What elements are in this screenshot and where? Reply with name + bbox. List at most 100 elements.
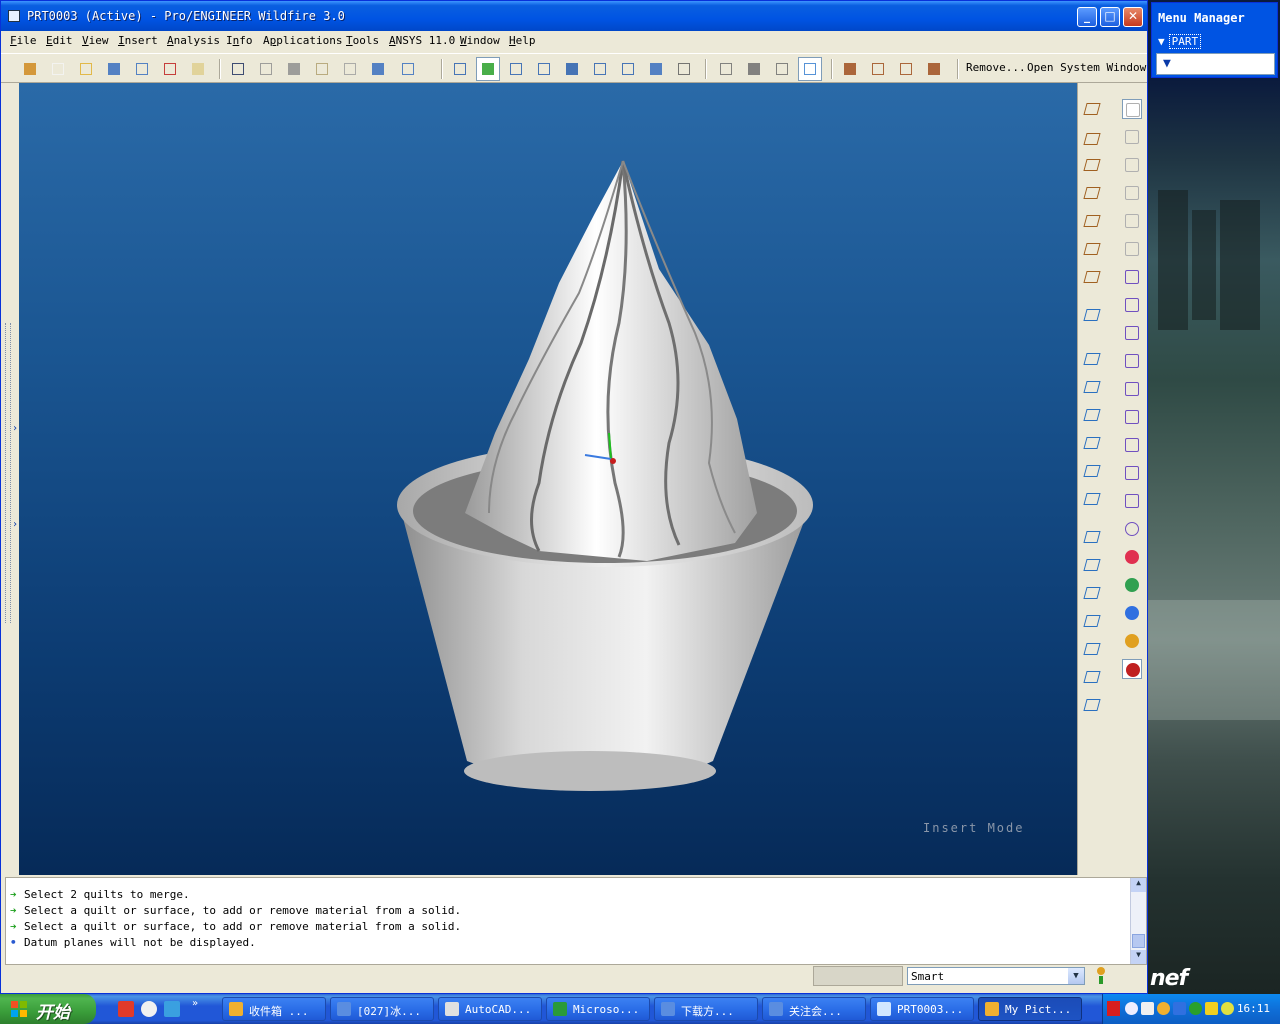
tray-network-icon[interactable] xyxy=(1173,1002,1186,1015)
remove-button[interactable]: Remove... xyxy=(966,61,1026,74)
redo-icon[interactable] xyxy=(257,60,275,78)
saved-views-icon[interactable] xyxy=(647,60,665,78)
blend-icon[interactable] xyxy=(1082,433,1102,453)
analysis-feature-icon[interactable] xyxy=(1082,267,1102,287)
datum-plane-icon[interactable] xyxy=(1082,129,1102,149)
thicken-icon[interactable] xyxy=(1122,463,1142,483)
model-tree-icon[interactable] xyxy=(1122,99,1142,119)
erase-icon[interactable] xyxy=(161,60,179,78)
open-file-icon[interactable] xyxy=(77,60,95,78)
datum-points-icon[interactable] xyxy=(897,60,915,78)
close-button[interactable]: ✕ xyxy=(1123,7,1143,27)
menu-manager-part-item[interactable]: ▼ PART xyxy=(1158,34,1202,49)
no-hidden-icon[interactable] xyxy=(773,60,791,78)
sketch-tool-icon[interactable] xyxy=(1082,305,1102,325)
start-button[interactable]: 开始 xyxy=(0,994,96,1024)
tray-app-icon[interactable] xyxy=(1205,1002,1218,1015)
lights-icon[interactable] xyxy=(1122,603,1142,623)
taskbar-button[interactable]: My Pict... xyxy=(978,997,1082,1021)
graphics-window[interactable]: Insert Mode xyxy=(19,83,1077,875)
taskbar-button[interactable]: [027]冰... xyxy=(330,997,434,1021)
tray-antivirus-icon[interactable] xyxy=(1189,1002,1202,1015)
pattern-icon[interactable] xyxy=(1082,639,1102,659)
datum-axes-icon[interactable] xyxy=(869,60,887,78)
hole-icon[interactable] xyxy=(1082,555,1102,575)
mirror-geom-icon[interactable] xyxy=(1122,127,1142,147)
copy-icon[interactable] xyxy=(285,60,303,78)
shell-icon[interactable] xyxy=(1082,583,1102,603)
warp-icon[interactable] xyxy=(1122,239,1142,259)
taskbar-button[interactable]: Microso... xyxy=(546,997,650,1021)
orient-icon[interactable] xyxy=(507,60,525,78)
zoom-out-icon[interactable] xyxy=(563,60,581,78)
traffic-light-icon[interactable] xyxy=(1095,967,1107,985)
datum-curve-icon[interactable] xyxy=(1082,183,1102,203)
reorient-icon[interactable] xyxy=(619,60,637,78)
menu-manager-submenu[interactable]: ▼ xyxy=(1156,53,1275,75)
group-icon[interactable] xyxy=(1122,407,1142,427)
style-icon[interactable] xyxy=(1122,267,1142,287)
coordinate-systems-icon[interactable] xyxy=(925,60,943,78)
sash-grip[interactable] xyxy=(5,323,11,623)
paste-special-icon[interactable] xyxy=(341,60,359,78)
taskbar-button[interactable]: AutoCAD... xyxy=(438,997,542,1021)
menu-applications[interactable]: Applications xyxy=(263,34,342,47)
shading-icon[interactable] xyxy=(798,57,822,81)
freeform-icon[interactable] xyxy=(1122,295,1142,315)
menu-edit[interactable]: Edit xyxy=(46,34,73,47)
draft-icon[interactable] xyxy=(1082,461,1102,481)
variable-section-icon[interactable] xyxy=(1122,351,1142,371)
render-icon[interactable] xyxy=(1122,575,1142,595)
regenerate-icon[interactable] xyxy=(189,60,207,78)
material-icon[interactable] xyxy=(1122,547,1142,567)
pattern-table-icon[interactable] xyxy=(1122,379,1142,399)
minimize-button[interactable]: _ xyxy=(1077,7,1097,27)
selection-filter-select[interactable]: Smart ▼ xyxy=(907,967,1085,985)
taskbar-button[interactable]: 关注会... xyxy=(762,997,866,1021)
datum-planes-icon[interactable] xyxy=(841,60,859,78)
move-geom-icon[interactable] xyxy=(1122,183,1142,203)
cosmetic-icon[interactable] xyxy=(1122,491,1142,511)
message-scrollbar[interactable]: ▲ ▼ xyxy=(1130,878,1146,964)
chevron-down-icon[interactable]: ▼ xyxy=(1068,968,1084,984)
coord-sys-icon[interactable] xyxy=(1082,239,1102,259)
menu-info[interactable]: Info xyxy=(226,34,253,47)
feature-tree-icon[interactable] xyxy=(369,60,387,78)
tray-expand-icon[interactable] xyxy=(1125,1002,1138,1015)
left-sash[interactable]: › › xyxy=(1,83,19,875)
expand-arrow-icon[interactable]: › xyxy=(12,519,18,530)
menu-insert[interactable]: Insert xyxy=(118,34,158,47)
zoom-in-icon[interactable] xyxy=(535,60,553,78)
menu-window[interactable]: Window xyxy=(460,34,500,47)
taskbar-button[interactable]: PRT0003... xyxy=(870,997,974,1021)
tray-input-method-icon[interactable] xyxy=(1107,1001,1120,1016)
undo-icon[interactable] xyxy=(229,60,247,78)
scale-geom-icon[interactable] xyxy=(1122,211,1142,231)
extrude-icon[interactable] xyxy=(1082,349,1102,369)
solidify-icon[interactable] xyxy=(1122,435,1142,455)
taskbar-button[interactable]: 收件箱 ... xyxy=(222,997,326,1021)
menu-file[interactable]: File xyxy=(10,34,37,47)
datum-point-icon[interactable] xyxy=(1082,211,1102,231)
hidden-line-icon[interactable] xyxy=(745,60,763,78)
menu-help[interactable]: Help xyxy=(509,34,536,47)
collapse-arrow-icon[interactable]: ▼ xyxy=(1158,35,1165,48)
tray-volume-icon[interactable] xyxy=(1221,1002,1234,1015)
menu-tools[interactable]: Tools xyxy=(346,34,379,47)
save-copy-icon[interactable] xyxy=(133,60,151,78)
scroll-down-icon[interactable]: ▼ xyxy=(1131,950,1146,964)
layers-icon[interactable] xyxy=(675,60,693,78)
merge-icon[interactable] xyxy=(1082,695,1102,715)
spectrum-icon[interactable] xyxy=(1122,659,1142,679)
sketched-curve-icon[interactable] xyxy=(1082,99,1102,119)
appearance-icon[interactable] xyxy=(1122,519,1142,539)
taskbar-button[interactable]: 下载方... xyxy=(654,997,758,1021)
title-bar[interactable]: PRT0003 (Active) - Pro/ENGINEER Wildfire… xyxy=(1,1,1147,31)
quicklaunch-desktop-icon[interactable] xyxy=(164,1001,180,1017)
new-file-icon[interactable] xyxy=(49,60,67,78)
wireframe-icon[interactable] xyxy=(717,60,735,78)
menu-view[interactable]: View xyxy=(82,34,109,47)
boundary-blend-icon[interactable] xyxy=(1122,323,1142,343)
refit-icon[interactable] xyxy=(591,60,609,78)
scroll-up-icon[interactable]: ▲ xyxy=(1131,878,1146,892)
